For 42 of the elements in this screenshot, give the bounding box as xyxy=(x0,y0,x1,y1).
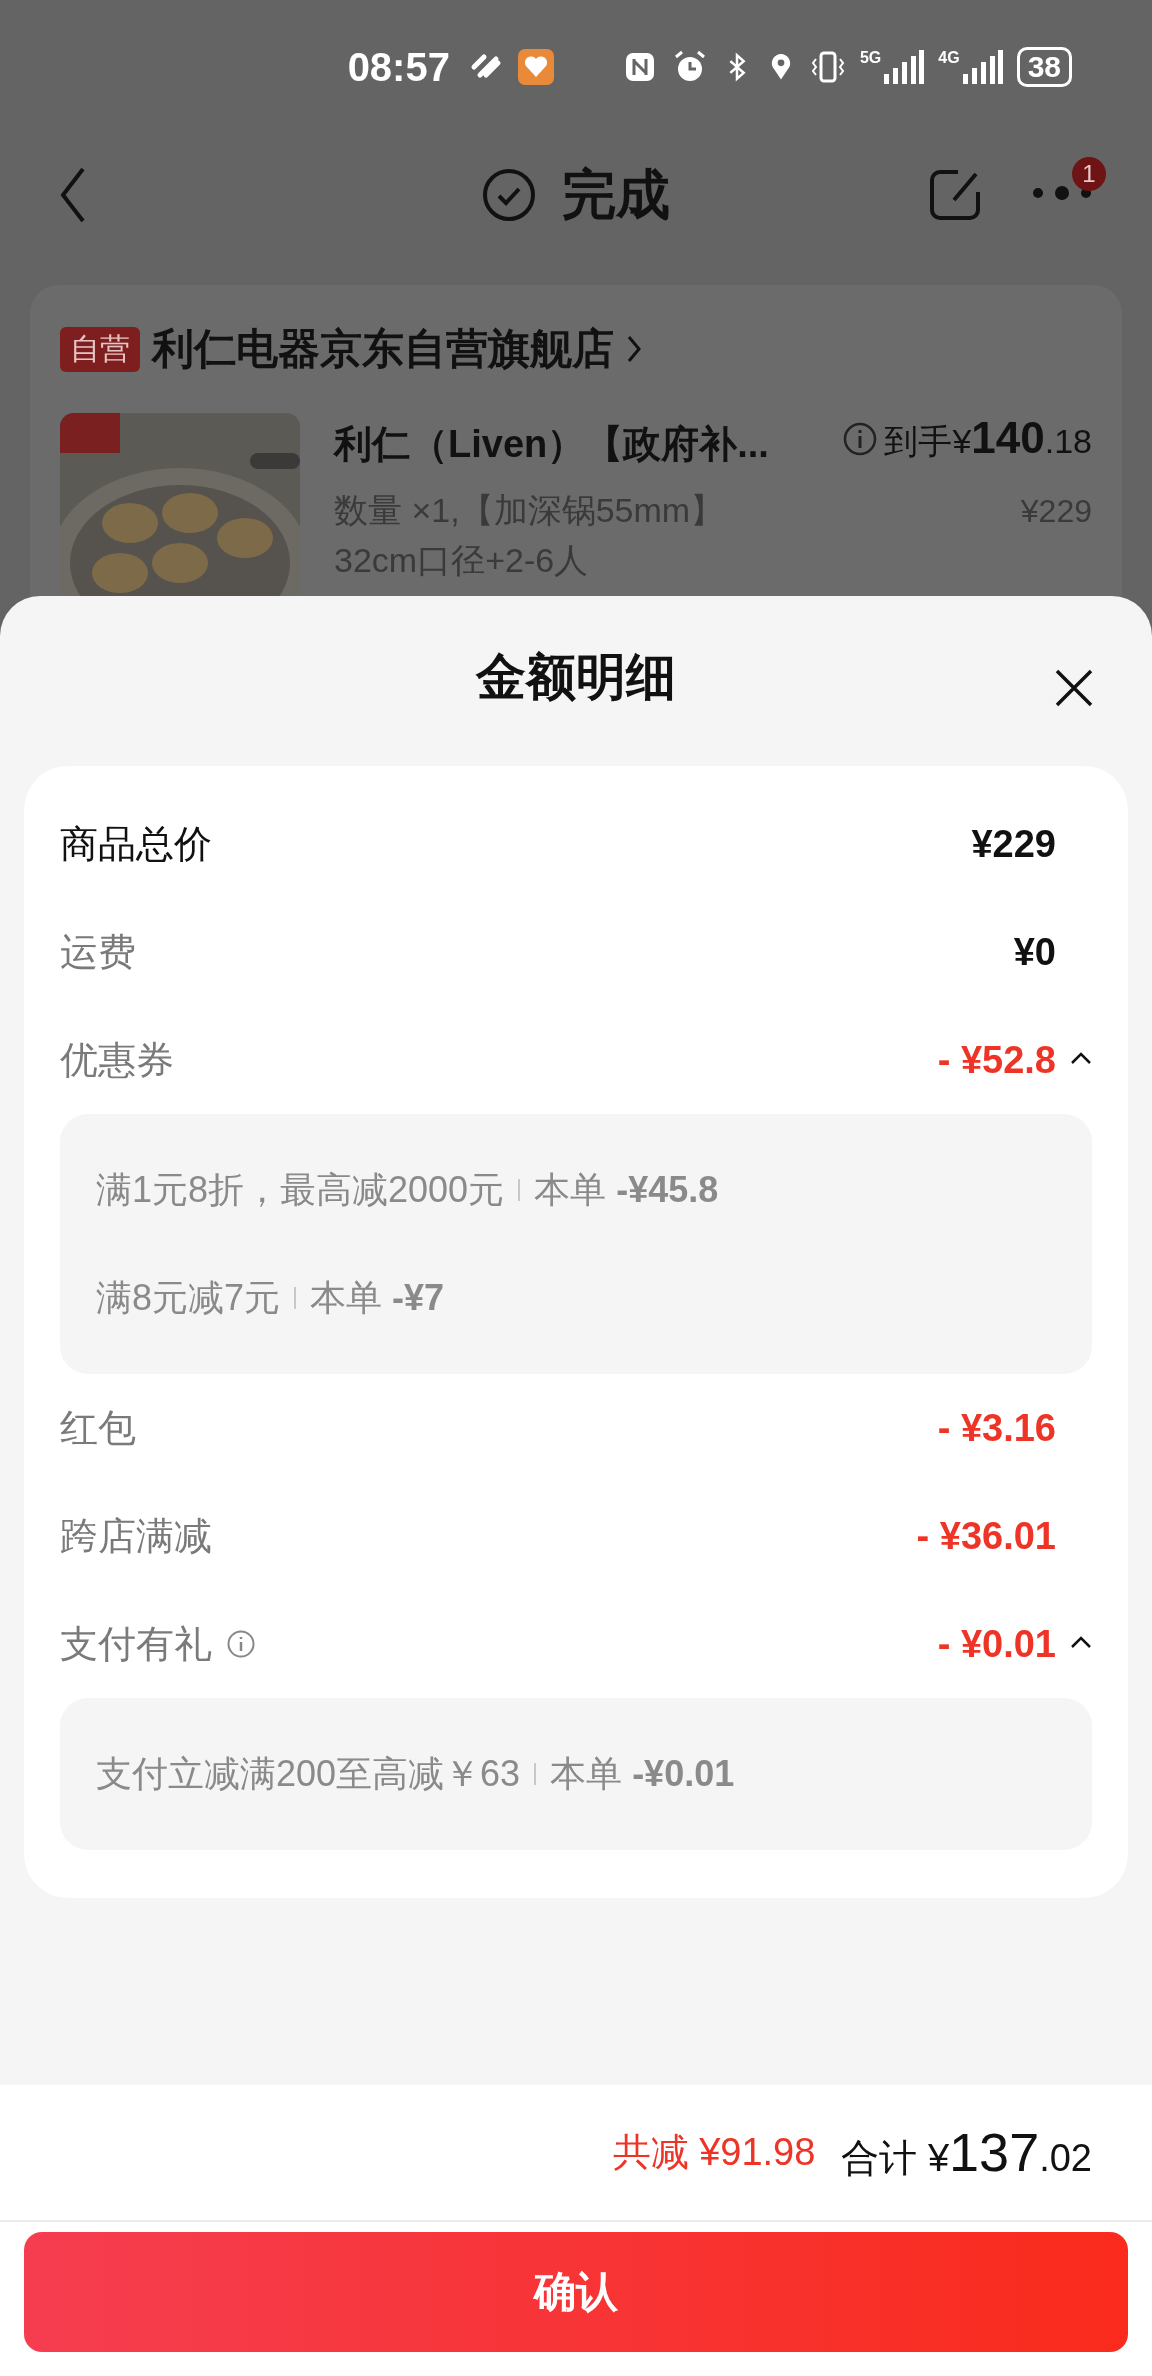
caret-icon[interactable] xyxy=(1070,1051,1092,1065)
total-discount: 共减 ¥91.98 xyxy=(612,2130,816,2175)
row-amount: - ¥3.16 xyxy=(937,1406,1056,1450)
check-circle-icon xyxy=(482,168,536,222)
close-icon[interactable] xyxy=(1054,668,1094,708)
share-icon[interactable] xyxy=(928,168,982,222)
order-discount: 本单 -¥7 xyxy=(310,1275,445,1320)
chevron-icon[interactable] xyxy=(626,334,642,364)
row-label: 红包 xyxy=(60,1405,136,1451)
notification-badge: 1 xyxy=(1072,157,1106,191)
info-icon[interactable] xyxy=(226,1629,256,1659)
vibrate-icon xyxy=(809,49,846,85)
store-name[interactable]: 利仁电器京东自营旗舰店 xyxy=(152,321,614,377)
row-label: 支付有礼 xyxy=(60,1621,212,1667)
app-icon xyxy=(517,49,554,85)
discount-rule: 满8元减7元 xyxy=(96,1275,281,1320)
row-label: 商品总价 xyxy=(60,821,212,867)
total-amount: 合计 ¥137.02 xyxy=(841,2121,1092,2184)
page-title: 完成 xyxy=(562,162,670,226)
discount-rule: 满1元8折，最高减2000元 xyxy=(96,1167,505,1212)
order-discount: 本单 -¥0.01 xyxy=(550,1751,735,1796)
row-label: 运费 xyxy=(60,929,136,975)
status-time: 08:57 xyxy=(347,44,450,90)
row-label: 跨店满减 xyxy=(60,1513,212,1559)
row-amount: - ¥36.01 xyxy=(916,1514,1056,1558)
row-amount: ¥0 xyxy=(1013,930,1056,974)
product-title[interactable]: 利仁（Liven）【政府补... xyxy=(334,419,769,470)
order-discount: 本单 -¥45.8 xyxy=(534,1167,719,1212)
row-amount: - ¥52.8 xyxy=(937,1038,1056,1082)
back-icon[interactable] xyxy=(60,167,86,223)
discount-rule: 支付立减满200至高减￥63 xyxy=(96,1751,521,1796)
caret-icon[interactable] xyxy=(1070,1635,1092,1649)
info-icon[interactable] xyxy=(842,421,879,457)
store-tag: 自营 xyxy=(60,326,140,372)
row-label: 优惠券 xyxy=(60,1037,174,1083)
row-amount: ¥229 xyxy=(971,822,1056,866)
row-amount: - ¥0.01 xyxy=(937,1622,1056,1666)
sheet-title: 金额明细 xyxy=(476,647,676,707)
final-price: 到手¥140.18 xyxy=(884,413,1092,464)
confirm-button[interactable]: 确认 xyxy=(24,2232,1128,2352)
battery-icon: 38 xyxy=(1016,47,1072,87)
more-icon[interactable] xyxy=(1032,183,1092,203)
